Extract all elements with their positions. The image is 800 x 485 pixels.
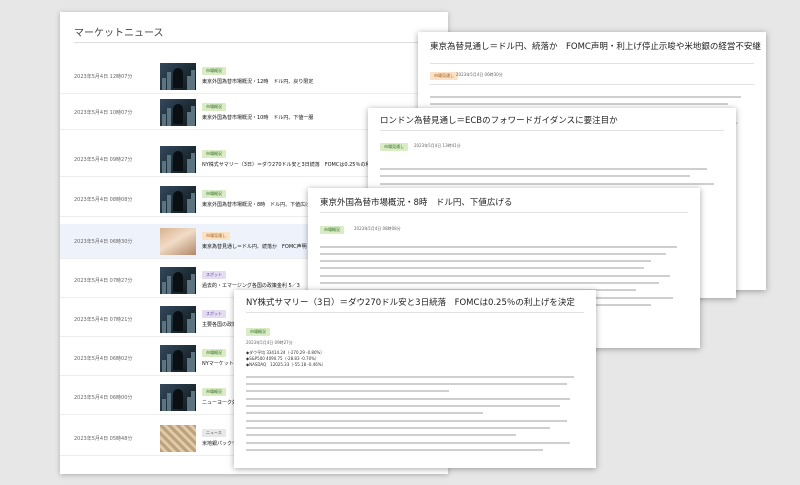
article-title: 東京外国為替市場概況・8時 ドル円、下値広げる bbox=[320, 198, 513, 208]
news-meta: 市場概況 NY株式サマリー（3日）＝ダウ270ドル安と3日続落 FOMCは0.25… bbox=[202, 150, 395, 168]
divider bbox=[74, 42, 434, 43]
news-thumbnail bbox=[160, 424, 196, 452]
news-time: 2023年5月4日 08時08分 bbox=[74, 196, 133, 203]
news-thumbnail bbox=[160, 185, 196, 213]
news-thumbnail bbox=[160, 305, 196, 333]
category-tag: 市場見通し bbox=[202, 232, 230, 240]
news-headline[interactable]: NY株式サマリー（3日）＝ダウ270ドル安と3日続落 FOMCは0.25％の利上… bbox=[202, 161, 395, 168]
category-tag: 市場概況 bbox=[202, 190, 226, 198]
category-tag: スポット bbox=[202, 271, 226, 279]
news-time: 2023年5月4日 10時07分 bbox=[74, 109, 133, 116]
article-title: 東京為替見通し＝ドル円、続落か FOMC声明・利上げ停止示唆や米地銀の経営不安継 bbox=[430, 42, 761, 52]
news-meta: 市場概況東京外国為替市場概況・12時 ドル円、戻り限定 bbox=[202, 67, 313, 85]
news-thumbnail bbox=[160, 98, 196, 126]
category-tag: 市場概況 bbox=[202, 67, 226, 75]
category-tag: 市場見通し bbox=[380, 143, 408, 151]
article-date: 2023年5月4日 08時08分 bbox=[354, 226, 401, 231]
news-time: 2023年5月4日 12時07分 bbox=[74, 73, 133, 80]
news-list-item[interactable]: 2023年5月4日 12時07分 市場概況東京外国為替市場概況・12時 ドル円、戻… bbox=[60, 59, 448, 94]
divider bbox=[380, 130, 724, 131]
category-tag: 市場概況 bbox=[202, 349, 226, 357]
news-meta: スポット過去的・エマージング各国の政策金利 5／3 bbox=[202, 271, 300, 289]
news-headline[interactable]: 東京外国為替市場概況・12時 ドル円、戻り限定 bbox=[202, 78, 313, 85]
article-date: 2023年5月4日 13時41分 bbox=[414, 143, 461, 148]
news-time: 2023年5月4日 05時48分 bbox=[74, 435, 133, 442]
news-thumbnail bbox=[160, 266, 196, 294]
news-thumbnail bbox=[160, 227, 196, 255]
category-tag: 市場概況 bbox=[202, 388, 226, 396]
news-meta: 市場概況東京外国為替市場概況・8時 ドル円、下値広げる bbox=[202, 190, 315, 208]
news-time: 2023年5月4日 07時27分 bbox=[74, 277, 133, 284]
news-time: 2023年5月4日 07時21分 bbox=[74, 316, 133, 323]
article-title: ロンドン為替見通し＝ECBのフォワードガイダンスに要注目か bbox=[380, 116, 618, 126]
divider bbox=[430, 84, 754, 85]
category-tag: 市場概況 bbox=[202, 150, 226, 158]
article-date: 2023年5月4日 09時27分 bbox=[246, 340, 293, 345]
category-tag: 市場概況 bbox=[246, 328, 270, 336]
news-headline[interactable]: 過去的・エマージング各国の政策金利 5／3 bbox=[202, 282, 300, 289]
divider bbox=[246, 312, 584, 313]
news-thumbnail bbox=[160, 383, 196, 411]
news-thumbnail bbox=[160, 62, 196, 90]
article-body bbox=[246, 376, 584, 456]
news-headline[interactable]: 東京外国為替市場概況・8時 ドル円、下値広げる bbox=[202, 201, 315, 208]
news-time: 2023年5月4日 06時30分 bbox=[74, 238, 133, 245]
news-thumbnail bbox=[160, 145, 196, 173]
index-nasdaq: ◆NASDAQ 12025.33（-55.18 -0.46%） bbox=[246, 362, 326, 367]
news-time: 2023年5月4日 06時02分 bbox=[74, 355, 133, 362]
news-headline[interactable]: 東京外国為替市場概況・10時 ドル円、下値一服 bbox=[202, 114, 313, 121]
news-time: 2023年5月4日 06時00分 bbox=[74, 394, 133, 401]
category-tag: 市場見通し bbox=[430, 72, 458, 80]
news-thumbnail bbox=[160, 344, 196, 372]
news-meta: 市場概況東京外国為替市場概況・10時 ドル円、下値一服 bbox=[202, 103, 313, 121]
index-summary: ◆ダウ平均 33414.24（-270.29 -0.80%） ◆S&P500 4… bbox=[246, 350, 326, 368]
category-tag: ニュース bbox=[202, 429, 226, 437]
article-date: 2023年5月4日 06時30分 bbox=[456, 72, 503, 77]
divider bbox=[430, 63, 754, 64]
panel-title: マーケットニュース bbox=[74, 28, 164, 39]
news-time: 2023年5月4日 09時27分 bbox=[74, 156, 133, 163]
category-tag: 市場概況 bbox=[320, 226, 344, 234]
article-title: NY株式サマリー（3日）＝ダウ270ドル安と3日続落 FOMCは0.25％の利上… bbox=[246, 298, 575, 308]
category-tag: スポット bbox=[202, 310, 226, 318]
category-tag: 市場概況 bbox=[202, 103, 226, 111]
article-window-ny-stocks[interactable]: NY株式サマリー（3日）＝ダウ270ドル安と3日続落 FOMCは0.25％の利上… bbox=[234, 290, 596, 468]
divider bbox=[320, 212, 688, 213]
